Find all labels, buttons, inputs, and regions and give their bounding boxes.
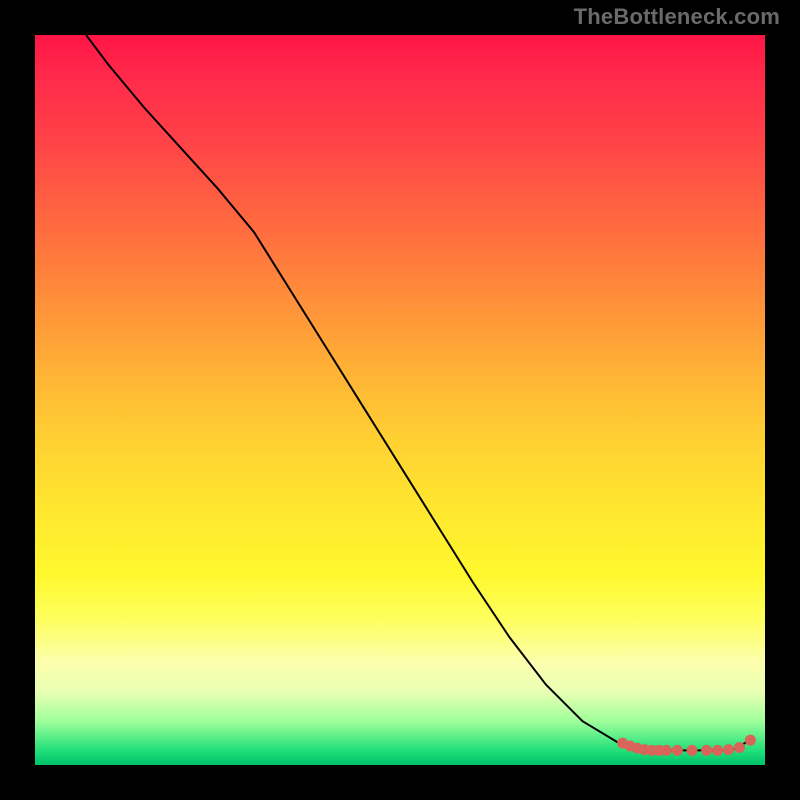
marker-point [745, 735, 756, 746]
curve-path [86, 35, 750, 750]
marker-point [687, 745, 698, 756]
marker-point [723, 744, 734, 755]
line-series [86, 35, 750, 750]
marker-point [701, 745, 712, 756]
marker-point [661, 745, 672, 756]
marker-series [617, 735, 756, 756]
watermark-text: TheBottleneck.com [574, 4, 780, 30]
marker-point [712, 745, 723, 756]
chart-frame: TheBottleneck.com [0, 0, 800, 800]
chart-svg [35, 35, 765, 765]
marker-point [734, 742, 745, 753]
plot-area [35, 35, 765, 765]
marker-point [672, 745, 683, 756]
